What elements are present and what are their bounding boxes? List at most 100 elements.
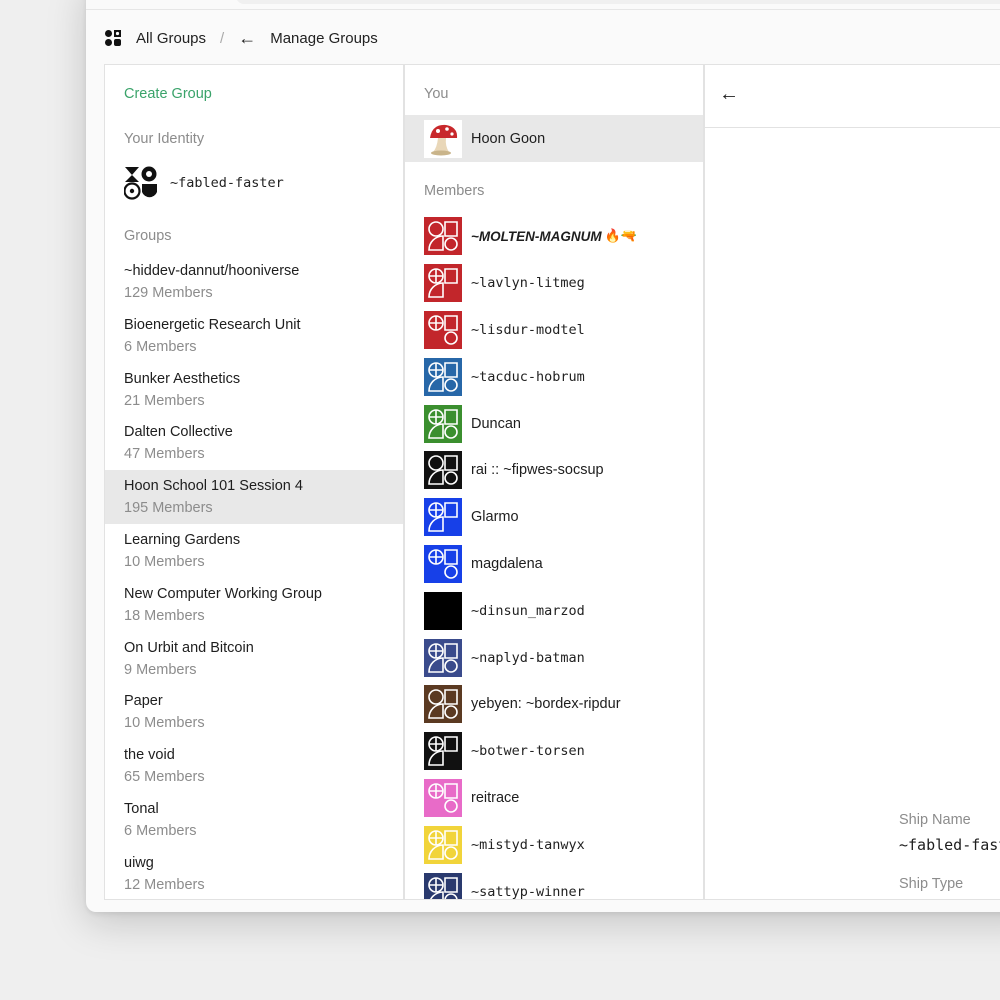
group-item[interactable]: On Urbit and Bitcoin 9 Members — [105, 632, 403, 686]
group-name: New Computer Working Group — [124, 585, 322, 602]
group-name: uiwg — [124, 854, 154, 871]
all-groups-link[interactable]: All Groups — [136, 30, 206, 47]
members-label: Members — [424, 183, 485, 199]
back-arrow-icon[interactable]: ← — [719, 83, 739, 106]
ship-name-value: ~fabled-faster — [899, 836, 1000, 854]
member-name: magdalena — [471, 555, 543, 572]
member-name: Duncan — [471, 415, 521, 432]
group-member-count: 12 Members — [124, 876, 205, 893]
group-name: Tonal — [124, 800, 159, 817]
group-name: Bunker Aesthetics — [124, 370, 241, 387]
member-name: ~naplyd-batman — [471, 649, 585, 666]
member-name: ~dinsun_marzod — [471, 602, 585, 619]
member-emoji: 🔥🔫 — [604, 228, 637, 244]
sigil-avatar-icon — [424, 264, 462, 303]
sigil-avatar-icon — [424, 357, 462, 396]
sigil-avatar-icon — [424, 310, 462, 349]
breadcrumb: All Groups / ← Manage Groups — [104, 26, 378, 50]
member-row[interactable]: ~lavlyn-litmeg — [405, 260, 703, 307]
sigil-avatar-icon — [424, 872, 462, 899]
group-item[interactable]: Dalten Collective 47 Members — [105, 416, 403, 470]
member-row[interactable]: Duncan — [405, 400, 703, 447]
group-item[interactable]: Paper 10 Members — [105, 685, 403, 739]
group-member-count: 6 Members — [124, 822, 197, 839]
member-row[interactable]: ~mistyd-tanwyx — [405, 821, 703, 868]
member-row[interactable]: Glarmo — [405, 494, 703, 541]
group-name: Dalten Collective — [124, 424, 233, 441]
group-item[interactable]: Tonal 6 Members — [105, 793, 403, 847]
sigil-avatar-icon — [424, 217, 462, 256]
group-member-count: 195 Members — [124, 500, 213, 517]
group-item[interactable]: Learning Gardens 10 Members — [105, 524, 403, 578]
group-name: ~hiddev-dannut/hooniverse — [124, 263, 300, 279]
groups-panel: Create Group Your Identity ~fabled-faste… — [104, 64, 404, 900]
group-name: Paper — [124, 693, 163, 710]
sigil-avatar-icon — [424, 591, 462, 630]
group-member-count: 65 Members — [124, 769, 205, 786]
address-bar[interactable] — [236, 0, 1000, 4]
sigil-avatar-icon — [424, 451, 462, 490]
member-name: ~botwer-torsen — [471, 743, 585, 760]
group-member-count: 18 Members — [124, 607, 205, 624]
sigil-avatar-icon — [424, 778, 462, 817]
identity-row[interactable]: ~fabled-faster — [124, 165, 284, 201]
group-item-selected[interactable]: Hoon School 101 Session 4 195 Members — [105, 470, 403, 524]
group-item[interactable]: Bioenergetic Research Unit 6 Members — [105, 309, 403, 363]
member-row[interactable]: magdalena — [405, 541, 703, 588]
back-arrow-icon[interactable]: ← — [238, 28, 256, 49]
group-name: Bioenergetic Research Unit — [124, 316, 301, 333]
group-member-count: 10 Members — [124, 715, 205, 732]
you-label: You — [424, 86, 449, 102]
groups-section-label: Groups — [124, 228, 172, 244]
member-row[interactable]: ~dinsun_marzod — [405, 587, 703, 634]
ship-name-label: Ship Name — [899, 812, 971, 828]
member-row[interactable]: yebyen: ~bordex-ripdur — [405, 681, 703, 728]
sigil-avatar-icon — [424, 825, 462, 864]
detail-panel: ← Ship Name ~fabled-faster Ship Type — [704, 64, 1000, 900]
member-row[interactable]: ~sattyp-winner — [405, 868, 703, 900]
group-member-count: 47 Members — [124, 446, 205, 463]
group-list: ~hiddev-dannut/hooniverse 129 Members Bio… — [105, 255, 403, 899]
group-name: Hoon School 101 Session 4 — [124, 478, 303, 495]
manage-groups-title: Manage Groups — [270, 29, 378, 47]
member-name: Glarmo — [471, 509, 519, 526]
member-name: ~lisdur-modtel — [471, 321, 585, 338]
mushroom-avatar-icon — [424, 119, 462, 158]
group-item[interactable]: ~hiddev-dannut/hooniverse 129 Members — [105, 255, 403, 309]
your-identity-label: Your Identity — [124, 131, 205, 147]
sigil-avatar-icon — [424, 638, 462, 677]
ship-type-label: Ship Type — [899, 876, 964, 892]
group-item[interactable]: New Computer Working Group 18 Members — [105, 578, 403, 632]
group-item[interactable]: the void 65 Members — [105, 739, 403, 793]
member-row[interactable]: ~MOLTEN-MAGNUM 🔥🔫 — [405, 213, 703, 260]
group-name: On Urbit and Bitcoin — [124, 639, 254, 656]
member-row[interactable]: rai :: ~fipwes-socsup — [405, 447, 703, 494]
create-group-button[interactable]: Create Group — [124, 86, 212, 102]
you-row[interactable]: Hoon Goon — [405, 115, 703, 162]
group-name: the void — [124, 747, 175, 764]
group-item[interactable]: Bunker Aesthetics 21 Members — [105, 363, 403, 417]
sigil-avatar-icon — [424, 685, 462, 724]
member-name: rai :: ~fipwes-socsup — [471, 462, 604, 479]
member-row[interactable]: ~tacduc-hobrum — [405, 353, 703, 400]
group-member-count: 10 Members — [124, 553, 205, 570]
member-row[interactable]: ~botwer-torsen — [405, 728, 703, 775]
member-row[interactable]: ~lisdur-modtel — [405, 307, 703, 354]
you-name: Hoon Goon — [471, 130, 546, 147]
divider — [705, 127, 1000, 128]
member-row[interactable]: reitrace — [405, 775, 703, 822]
member-row[interactable]: ~naplyd-batman — [405, 634, 703, 681]
group-item[interactable]: uiwg 12 Members — [105, 847, 403, 899]
sigil-avatar-icon — [424, 544, 462, 583]
member-name: ~MOLTEN-MAGNUM — [471, 228, 602, 244]
sigil-avatar-icon — [424, 498, 462, 537]
sigil-avatar-icon — [424, 732, 462, 771]
title-bar — [86, 0, 1000, 10]
member-name: ~sattyp-winner — [471, 883, 585, 900]
member-list: ~MOLTEN-MAGNUM 🔥🔫 ~lavlyn-litmeg ~lisdur-mo… — [405, 213, 703, 900]
group-member-count: 9 Members — [124, 661, 197, 678]
group-member-count: 21 Members — [124, 392, 205, 409]
sigil-avatar-icon — [424, 404, 462, 443]
group-member-count: 129 Members — [124, 285, 213, 301]
app-window: All Groups / ← Manage Groups Create Grou… — [86, 0, 1000, 912]
